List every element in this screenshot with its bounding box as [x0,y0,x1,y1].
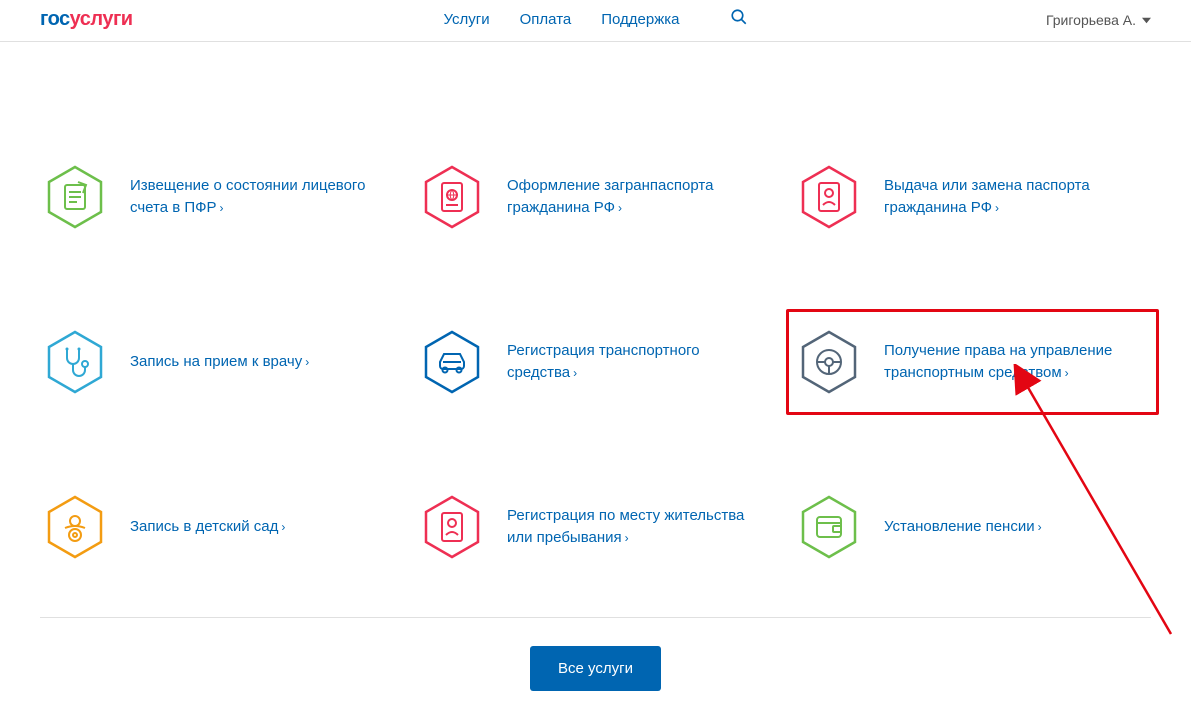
logo[interactable]: госуслуги [40,8,133,31]
service-label: Выдача или замена паспорта гражданина РФ… [884,175,1146,220]
services-grid: Извещение о состоянии лицевого счета в П… [40,162,1151,562]
service-label: Оформление загранпаспорта гражданина РФ› [507,175,769,220]
service-residence[interactable]: Регистрация по месту жительства или преб… [417,492,774,562]
document-account-icon [45,167,105,227]
passport-id-icon [422,497,482,557]
service-kindergarten[interactable]: Запись в детский сад› [40,492,397,562]
chevron-icon: › [625,531,629,545]
logo-part1: гос [40,8,70,30]
divider [40,617,1151,618]
service-pension[interactable]: Установление пенсии› [794,492,1151,562]
pacifier-icon [45,497,105,557]
chevron-icon: › [1038,520,1042,534]
nav-center: Услуги Оплата Поддержка [443,8,747,31]
passport-icon [799,167,859,227]
service-foreign-passport[interactable]: Оформление загранпаспорта гражданина РФ› [417,162,774,232]
stethoscope-icon [45,332,105,392]
service-label: Запись в детский сад› [130,516,285,539]
chevron-icon: › [995,201,999,215]
header: госуслуги Услуги Оплата Поддержка Григор… [0,0,1191,42]
chevron-icon: › [220,201,224,215]
service-label: Извещение о состоянии лицевого счета в П… [130,175,392,220]
passport-foreign-icon [422,167,482,227]
service-driving-license[interactable]: Получение права на управление транспортн… [786,309,1159,415]
service-label: Запись на прием к врачу› [130,351,309,374]
nav-services[interactable]: Услуги [443,11,489,28]
all-services-button[interactable]: Все услуги [530,646,661,691]
dropdown-icon [1142,12,1151,28]
nav-payment[interactable]: Оплата [520,11,572,28]
chevron-icon: › [305,355,309,369]
user-name: Григорьева А. [1046,12,1136,28]
all-services-wrap: Все услуги [40,646,1151,691]
service-label: Получение права на управление транспортн… [884,340,1146,385]
service-label: Регистрация транспортного средства› [507,340,769,385]
content: Извещение о состоянии лицевого счета в П… [0,42,1191,721]
nav-support[interactable]: Поддержка [601,11,679,28]
logo-part2: услуги [70,8,133,30]
service-label: Установление пенсии› [884,516,1042,539]
service-label: Регистрация по месту жительства или преб… [507,505,769,550]
wallet-icon [799,497,859,557]
service-vehicle-registration[interactable]: Регистрация транспортного средства› [417,327,774,397]
service-internal-passport[interactable]: Выдача или замена паспорта гражданина РФ… [794,162,1151,232]
service-pfr-statement[interactable]: Извещение о состоянии лицевого счета в П… [40,162,397,232]
chevron-icon: › [1065,366,1069,380]
chevron-icon: › [573,366,577,380]
chevron-icon: › [618,201,622,215]
service-doctor[interactable]: Запись на прием к врачу› [40,327,397,397]
user-menu[interactable]: Григорьева А. [1046,12,1151,28]
search-icon[interactable] [730,8,748,31]
chevron-icon: › [281,520,285,534]
steering-wheel-icon [799,332,859,392]
car-icon [422,332,482,392]
